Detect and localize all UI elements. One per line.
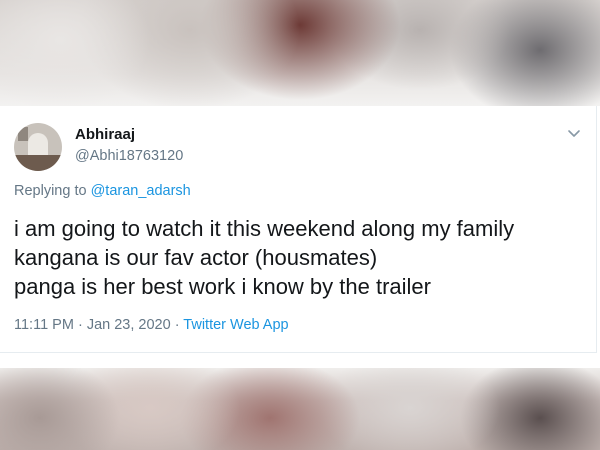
avatar-desk [14,155,62,171]
replying-to-line: Replying to @taran_adarsh [14,183,191,199]
tweet-time[interactable]: 11:11 PM [14,317,74,333]
tweet-text-line: kangana is our fav actor (housmates) [14,245,378,270]
screenshot: Abhiraaj @Abhi18763120 Replying to @tara… [0,0,600,450]
tweet-text-line: panga is her best work i know by the tra… [14,274,431,299]
meta-separator: · [73,317,87,333]
tweet-date[interactable]: Jan 23, 2020 [87,317,171,333]
tweet-metadata: 11:11 PM · Jan 23, 2020 · Twitter Web Ap… [14,317,289,333]
replying-to-label: Replying to [14,183,87,199]
meta-separator: · [170,317,184,333]
user-handle[interactable]: @Abhi18763120 [75,148,183,164]
avatar-background-frame [18,127,28,141]
display-name[interactable]: Abhiraaj [75,126,135,143]
tweet-source[interactable]: Twitter Web App [183,317,288,333]
chevron-down-icon[interactable] [566,128,582,140]
blurred-background-bottom [0,368,600,450]
blurred-background-top [0,0,600,106]
tweet-text-line: i am going to watch it this weekend alon… [14,216,515,241]
user-avatar[interactable] [14,123,62,171]
replying-to-mention[interactable]: @taran_adarsh [91,183,191,199]
tweet-text: i am going to watch it this weekend alon… [14,214,584,301]
